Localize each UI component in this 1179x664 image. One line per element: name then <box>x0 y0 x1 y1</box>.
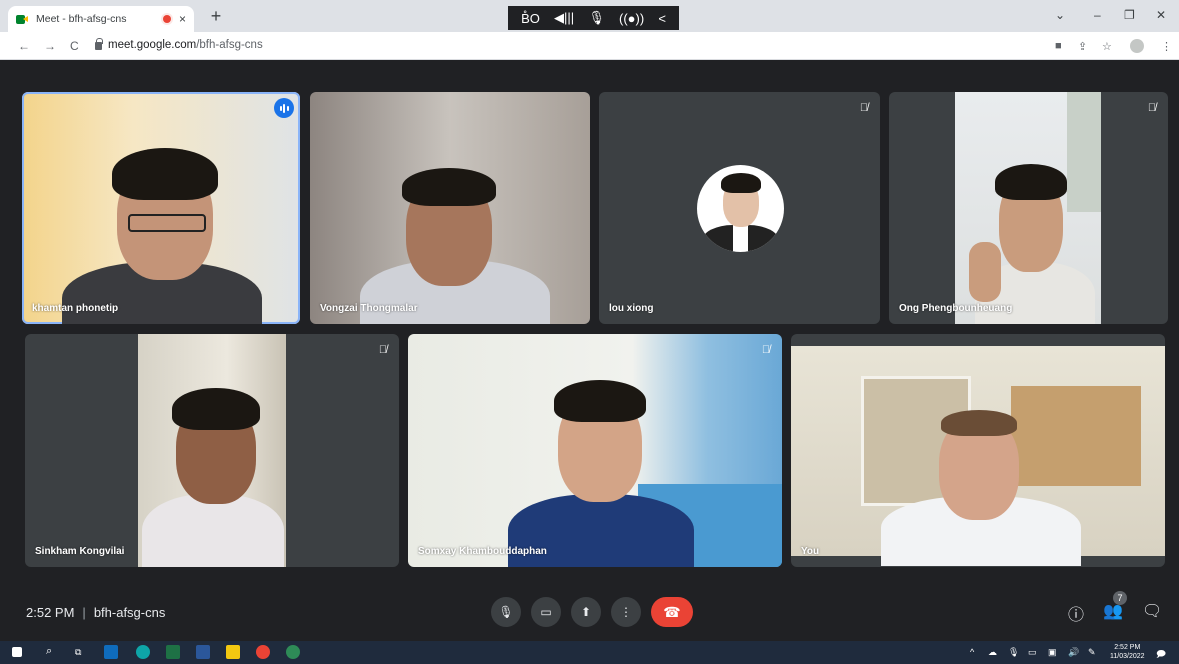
camera-icon: ▭ <box>540 605 552 619</box>
broadcast-icon[interactable]: ((●)) <box>619 11 644 26</box>
meet-control-bar: 2:52 PM | bfh-afsg-cns 🎙 ▭ ⬆ ⋮ ☎ ⓘ 👥 7 🗨 <box>0 585 1179 641</box>
windows-taskbar: ⌕ ⧉ ^ ☁ 🎙 ▭ ▣ 🔊 ✎ 2:52 PM 11/03/2022 🗩 <box>0 641 1179 664</box>
lock-icon <box>95 38 103 50</box>
camera-button[interactable]: ▭ <box>531 597 561 627</box>
microphone-button[interactable]: 🎙 <box>491 597 521 627</box>
participant-name: Sinkham Kongvilai <box>35 546 125 557</box>
more-vert-icon: ⋮ <box>620 605 632 619</box>
word-icon[interactable] <box>196 645 210 659</box>
back-icon[interactable]: ← <box>18 39 30 53</box>
meeting-details-icon[interactable]: ⓘ <box>1068 601 1084 625</box>
participant-tile-5[interactable]: 🎙̸ Sinkham Kongvilai <box>25 334 399 567</box>
leave-call-button[interactable]: ☎ <box>651 597 693 627</box>
participant-tile-6[interactable]: 🎙̸ Somxay Khambouddaphan <box>408 334 782 567</box>
participant-name: lou xiong <box>609 303 654 314</box>
video-feed <box>408 334 782 567</box>
forward-icon[interactable]: → <box>44 39 56 53</box>
share-icon[interactable]: ⇪ <box>1078 40 1087 53</box>
onedrive-icon[interactable]: ☁ <box>988 647 997 658</box>
muted-mic-icon: 🎙̸ <box>761 344 771 356</box>
participant-avatar <box>697 165 784 252</box>
chrome-icon[interactable] <box>256 645 270 659</box>
app-icon[interactable] <box>286 645 300 659</box>
address-bar: ← → C meet.google.com/bfh-afsg-cns ■ ⇪ ☆… <box>0 32 1179 60</box>
muted-mic-icon: 🎙̸ <box>378 344 388 356</box>
recording-indicator-icon <box>162 15 171 23</box>
collapse-icon[interactable]: < <box>658 11 666 26</box>
battery-icon[interactable]: ▭ <box>1028 647 1037 658</box>
video-feed <box>955 92 1101 324</box>
video-feed <box>310 92 590 324</box>
participant-name: Vongzai Thongmalar <box>320 303 418 314</box>
separator: | <box>82 605 86 620</box>
edge-icon[interactable] <box>136 645 150 659</box>
meet-favicon-icon <box>16 14 29 25</box>
outlook-icon[interactable] <box>104 645 118 659</box>
meeting-info: 2:52 PM | bfh-afsg-cns <box>26 605 165 620</box>
more-options-button[interactable]: ⋮ <box>611 597 641 627</box>
meeting-code: bfh-afsg-cns <box>93 605 166 620</box>
menu-kebab-icon[interactable]: ⋮ <box>1161 40 1172 53</box>
tab-search-icon[interactable]: ⌄ <box>1055 8 1065 22</box>
tab-title: Meet - bfh-afsg-cns <box>36 13 127 25</box>
participant-name: Somxay Khambouddaphan <box>418 546 547 557</box>
microphone-icon[interactable]: 🎙 <box>588 10 605 26</box>
participant-tile-2[interactable]: Vongzai Thongmalar <box>310 92 590 324</box>
new-tab-button[interactable]: + <box>206 6 226 26</box>
participant-name: You <box>801 546 820 557</box>
participant-tile-4[interactable]: 🎙̸ Ong Phengbounheuang <box>889 92 1168 324</box>
phone-hangup-icon: ☎ <box>663 603 681 620</box>
url-field[interactable]: meet.google.com/bfh-afsg-cns <box>95 38 263 51</box>
meeting-time: 2:52 PM <box>26 605 75 620</box>
participant-tile-1[interactable]: khamtan phonetip <box>22 92 300 324</box>
network-icon[interactable]: ▣ <box>1048 647 1057 658</box>
excel-icon[interactable] <box>166 645 180 659</box>
bookmark-star-icon[interactable]: ☆ <box>1102 40 1112 53</box>
participant-name: khamtan phonetip <box>32 303 119 314</box>
minimize-button[interactable]: – <box>1094 8 1101 22</box>
present-button[interactable]: ⬆ <box>571 597 601 627</box>
floating-tool-1[interactable]: B̊O <box>521 11 540 26</box>
taskbar-clock[interactable]: 2:52 PM 11/03/2022 <box>1110 643 1145 661</box>
close-window-button[interactable]: ✕ <box>1156 8 1166 22</box>
clock-time: 2:52 PM <box>1114 644 1141 651</box>
url-host: meet.google.com <box>108 39 197 51</box>
pen-icon[interactable]: ✎ <box>1088 647 1096 658</box>
video-feed <box>138 334 286 567</box>
mic-tray-icon[interactable]: 🎙 <box>1008 647 1019 658</box>
floating-toolbar: B̊O ◀||| 🎙 ((●)) < <box>508 6 679 30</box>
participant-name: Ong Phengbounheuang <box>899 303 1013 314</box>
tray-chevron-icon[interactable]: ^ <box>970 647 974 657</box>
tab-close-button[interactable]: × <box>179 12 186 26</box>
browser-tab[interactable]: Meet - bfh-afsg-cns × <box>8 6 194 32</box>
chat-icon[interactable]: 🗨 <box>1142 601 1162 621</box>
muted-mic-icon: 🎙̸ <box>859 102 869 114</box>
notifications-icon[interactable]: 🗩 <box>1156 647 1166 663</box>
start-windows-icon[interactable] <box>12 647 22 657</box>
restore-button[interactable]: ❐ <box>1124 8 1135 22</box>
video-feed <box>22 92 300 324</box>
microphone-icon: 🎙 <box>498 605 514 619</box>
task-view-icon[interactable]: ⧉ <box>75 647 81 658</box>
profile-avatar[interactable] <box>1130 39 1144 53</box>
camera-in-use-icon[interactable]: ■ <box>1055 40 1062 52</box>
video-feed <box>791 346 1165 566</box>
speaker-icon[interactable]: ◀||| <box>554 10 574 26</box>
browser-tab-bar: Meet - bfh-afsg-cns × + B̊O ◀||| 🎙 ((●))… <box>0 0 1179 32</box>
clock-date: 11/03/2022 <box>1110 653 1145 660</box>
reload-icon[interactable]: C <box>70 39 79 53</box>
volume-icon[interactable]: 🔊 <box>1068 647 1079 658</box>
participant-tile-7[interactable]: You <box>791 334 1165 567</box>
powerbi-icon[interactable] <box>226 645 240 659</box>
speaking-indicator-icon <box>274 98 294 118</box>
url-path: /bfh-afsg-cns <box>196 39 263 51</box>
present-screen-icon: ⬆ <box>580 605 592 619</box>
people-count-badge: 7 <box>1113 591 1127 605</box>
muted-mic-icon: 🎙̸ <box>1147 102 1157 114</box>
search-icon[interactable]: ⌕ <box>46 645 52 658</box>
